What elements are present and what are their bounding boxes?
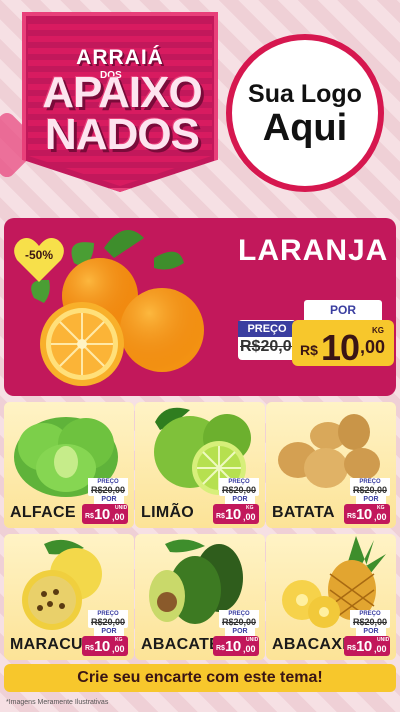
old-price: R$20,00 — [352, 617, 388, 627]
por-label: POR — [94, 496, 124, 504]
por-label: POR — [225, 496, 255, 504]
product-card-maracuja[interactable]: MARACUJÁ PREÇO R$20,00 POR R$ 10 ,00 KG — [4, 534, 134, 660]
unit-label: UNID — [246, 637, 259, 643]
por-label: POR — [356, 628, 386, 636]
price-dec: ,00 — [243, 512, 256, 522]
hero-price-int: 10 — [321, 327, 360, 368]
hero-price-tag: R$ 10 ,00 KG — [292, 320, 394, 368]
product-card-limao[interactable]: LIMÃO PREÇO R$20,00 POR R$ 10 ,00 KG — [135, 402, 265, 528]
unit-label: KG — [246, 505, 254, 511]
product-card-alface[interactable]: ALFACE PREÇO R$20,00 POR R$ 10 ,00 UNID — [4, 402, 134, 528]
hero-product-name: LARANJA — [238, 234, 389, 267]
price-int: 10 — [225, 638, 241, 655]
price-tag: R$ 10 ,00 UNID — [213, 636, 259, 656]
footer-disclaimer: *Imagens Meramente Ilustrativas — [6, 699, 109, 706]
logo-text-line2: Aqui — [262, 106, 348, 149]
price-tag: R$ 10 ,00 UNID — [344, 636, 390, 656]
currency: R$ — [85, 513, 94, 520]
logo-text-line1: Sua Logo — [248, 79, 362, 108]
price-dec: ,00 — [112, 512, 125, 522]
hero-old-price-box: PREÇO R$20,00 — [238, 320, 301, 360]
logo-placeholder[interactable]: Sua Logo Aqui — [226, 34, 384, 192]
product-name: ABACAXI — [272, 636, 347, 653]
hero-price-dec: ,00 — [360, 337, 386, 357]
flyer-page: ARRAIÁ DOS APAIXO NADOS Sua Logo Aqui -5… — [0, 0, 400, 712]
por-label: POR — [94, 628, 124, 636]
old-price: R$20,00 — [221, 485, 257, 495]
header: ARRAIÁ DOS APAIXO NADOS Sua Logo Aqui — [0, 0, 400, 212]
currency: R$ — [347, 645, 356, 652]
unit-label: KG — [115, 637, 123, 643]
old-price-box: PREÇO R$20,00 — [219, 610, 259, 628]
product-name: LIMÃO — [141, 504, 195, 521]
product-card-abacaxi[interactable]: ABACAXI PREÇO R$20,00 POR R$ 10 ,00 UNID — [266, 534, 396, 660]
currency: R$ — [85, 645, 94, 652]
old-price: R$20,00 — [352, 485, 388, 495]
price-tag: R$ 10 ,00 KG — [82, 636, 128, 656]
price-dec: ,00 — [374, 644, 387, 654]
banner-title-line3: NADOS — [45, 110, 200, 159]
currency: R$ — [216, 513, 225, 520]
price-int: 10 — [94, 638, 110, 655]
discount-label: -50% — [24, 248, 53, 262]
old-price-box: PREÇO R$20,00 — [350, 478, 390, 496]
unit-label: KG — [377, 505, 385, 511]
product-name: ABACATE — [141, 636, 221, 653]
unit-label: UNID — [115, 505, 128, 511]
price-int: 10 — [225, 506, 241, 523]
price-tag: R$ 10 ,00 UNID — [82, 504, 128, 524]
currency: R$ — [216, 645, 225, 652]
old-price-box: PREÇO R$20,00 — [88, 478, 128, 496]
old-price: R$20,00 — [90, 485, 126, 495]
price-tag: R$ 10 ,00 KG — [344, 504, 390, 524]
product-card-abacate[interactable]: ABACATE PREÇO R$20,00 POR R$ 10 ,00 UNID — [135, 534, 265, 660]
por-label: POR — [225, 628, 255, 636]
hero-unit: KG — [372, 326, 384, 335]
hero-currency: R$ — [300, 342, 318, 358]
old-price-box: PREÇO R$20,00 — [219, 478, 259, 496]
currency: R$ — [347, 513, 356, 520]
price-int: 10 — [356, 638, 372, 655]
price-tag: R$ 10 ,00 KG — [213, 504, 259, 524]
old-price: R$20,00 — [221, 617, 257, 627]
hero-por-label: POR — [304, 300, 382, 320]
product-name: BATATA — [272, 504, 335, 521]
banner-title-line1: ARRAIÁ — [76, 46, 164, 69]
product-name: ALFACE — [10, 504, 76, 521]
product-card-batata[interactable]: BATATA PREÇO R$20,00 POR R$ 10 ,00 KG — [266, 402, 396, 528]
hero-preco-label: PREÇO — [238, 321, 296, 337]
old-price-box: PREÇO R$20,00 — [350, 610, 390, 628]
price-dec: ,00 — [112, 644, 125, 654]
old-price-box: PREÇO R$20,00 — [88, 610, 128, 628]
price-int: 10 — [356, 506, 372, 523]
price-dec: ,00 — [243, 644, 256, 654]
price-dec: ,00 — [374, 512, 387, 522]
cta-button[interactable]: Crie seu encarte com este tema! — [4, 664, 396, 692]
price-int: 10 — [94, 506, 110, 523]
por-label: POR — [356, 496, 386, 504]
old-price: R$20,00 — [90, 617, 126, 627]
unit-label: UNID — [377, 637, 390, 643]
